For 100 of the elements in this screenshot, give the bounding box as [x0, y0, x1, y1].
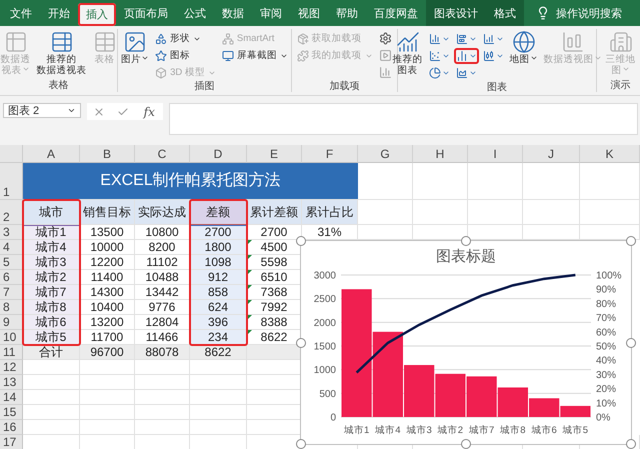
axis-label: 1500: [314, 342, 336, 352]
ribbon-button[interactable]: 屏幕截图: [220, 48, 290, 63]
ribbon-button[interactable]: 地图: [508, 30, 540, 65]
table-cell: 城市1: [23, 225, 80, 240]
ribbon-button[interactable]: 推荐的 图表: [390, 30, 424, 76]
axis-label: 城市1: [344, 425, 370, 436]
axis-label: 50%: [596, 342, 616, 352]
table-cell: 234: [190, 330, 247, 345]
ribbon-tab[interactable]: 页面布局: [116, 0, 176, 26]
table-cell: 6510: [247, 270, 302, 285]
row-header[interactable]: 15: [0, 405, 23, 420]
table-cell: 累计占比: [302, 200, 358, 225]
ribbon-tab[interactable]: 数据: [214, 0, 252, 26]
row-header[interactable]: 13: [0, 375, 23, 390]
table-cell: 10800: [135, 225, 190, 240]
row-header[interactable]: 10: [0, 330, 23, 345]
ribbon-tab[interactable]: 开始: [40, 0, 78, 26]
row-header[interactable]: 4: [0, 240, 23, 255]
row-header[interactable]: 8: [0, 300, 23, 315]
table-cell: 14300: [80, 285, 135, 300]
table-cell: 1098: [190, 255, 247, 270]
table-cell: 城市2: [23, 270, 80, 285]
axis-label: 80%: [596, 298, 616, 310]
table-cell: 12804: [135, 315, 190, 330]
ribbon-tab[interactable]: 视图: [290, 0, 328, 26]
ribbon-tab[interactable]: 格式: [486, 0, 524, 26]
ribbon-tab[interactable]: 公式: [176, 0, 214, 26]
table-cell: 城市3: [23, 255, 80, 270]
ribbon-button[interactable]: 图标: [153, 48, 218, 63]
table-cell: 12200: [80, 255, 135, 270]
table-cell: 96700: [80, 345, 135, 360]
column-header[interactable]: H: [413, 145, 468, 163]
insert-function-button[interactable]: fx: [142, 104, 157, 118]
axis-label: 70%: [596, 313, 616, 324]
table-cell: 8200: [135, 240, 190, 255]
table-cell: 624: [190, 300, 247, 315]
table-cell: 13200: [80, 315, 135, 330]
axis-label: 0%: [596, 412, 610, 424]
ribbon-tab[interactable]: 图表设计: [426, 0, 486, 26]
name-box[interactable]: 图表 2: [3, 103, 81, 118]
axis-label: 城市4: [375, 425, 401, 436]
axis-label: 2000: [314, 318, 336, 329]
table-cell: 7368: [247, 285, 302, 300]
group-label: 插图: [194, 80, 216, 93]
table-cell: 合计: [23, 345, 80, 360]
column-header[interactable]: A: [23, 145, 80, 163]
table-cell: 城市5: [23, 330, 80, 345]
axis-label: 1000: [314, 365, 336, 376]
column-header[interactable]: E: [247, 145, 302, 163]
ribbon-tab[interactable]: 百度网盘: [366, 0, 426, 26]
row-header[interactable]: 6: [0, 270, 23, 285]
row-header[interactable]: 7: [0, 285, 23, 300]
column-header[interactable]: D: [190, 145, 247, 163]
ribbon-button[interactable]: 形状: [153, 31, 218, 46]
row-header[interactable]: 14: [0, 390, 23, 405]
column-header[interactable]: B: [80, 145, 135, 163]
row-header[interactable]: 17: [0, 435, 23, 449]
group-label: 表格: [48, 79, 70, 92]
table-cell: 城市6: [23, 315, 80, 330]
axis-label: 90%: [596, 284, 616, 296]
table-cell: 10488: [135, 270, 190, 285]
search-hint[interactable]: 操作说明搜索: [556, 6, 622, 20]
table-cell: 10000: [80, 240, 135, 255]
axis-label: 40%: [596, 356, 616, 367]
row-header[interactable]: 5: [0, 255, 23, 270]
table-cell: 9776: [135, 300, 190, 315]
row-header[interactable]: 11: [0, 345, 23, 360]
axis-label: 城市3: [406, 425, 432, 436]
column-header[interactable]: F: [302, 145, 358, 163]
axis-label: 10%: [596, 398, 616, 410]
table-cell: 1800: [190, 240, 247, 255]
ribbon-tab[interactable]: 文件: [2, 0, 40, 26]
table-cell: 城市: [23, 200, 80, 225]
table-cell: 累计差额: [247, 200, 302, 225]
table-cell: 912: [190, 270, 247, 285]
axis-label: 城市5: [562, 425, 588, 436]
ribbon-tab[interactable]: 审阅: [252, 0, 290, 26]
column-header[interactable]: G: [358, 145, 413, 163]
axis-label: 60%: [596, 327, 616, 338]
column-header[interactable]: K: [580, 145, 640, 163]
table-cell: 4500: [247, 240, 302, 255]
table-cell: 13442: [135, 285, 190, 300]
column-header[interactable]: J: [523, 145, 580, 163]
row-header[interactable]: 16: [0, 420, 23, 435]
table-cell: 11102: [135, 255, 190, 270]
ribbon-button[interactable]: 推荐的 数据透视表: [34, 30, 88, 76]
row-header[interactable]: 3: [0, 225, 23, 240]
table-cell: 7992: [247, 300, 302, 315]
axis-label: 城市6: [531, 425, 557, 436]
column-header[interactable]: C: [135, 145, 190, 163]
axis-label: 30%: [596, 370, 616, 381]
column-header[interactable]: I: [468, 145, 523, 163]
row-header[interactable]: 1: [0, 163, 23, 200]
ribbon-button[interactable]: 图片: [119, 30, 152, 65]
ribbon-tab[interactable]: 帮助: [328, 0, 366, 26]
ribbon-tab[interactable]: 插入: [78, 3, 116, 26]
row-header[interactable]: 2: [0, 200, 23, 225]
table-cell: 城市4: [23, 240, 80, 255]
row-header[interactable]: 12: [0, 360, 23, 375]
row-header[interactable]: 9: [0, 315, 23, 330]
